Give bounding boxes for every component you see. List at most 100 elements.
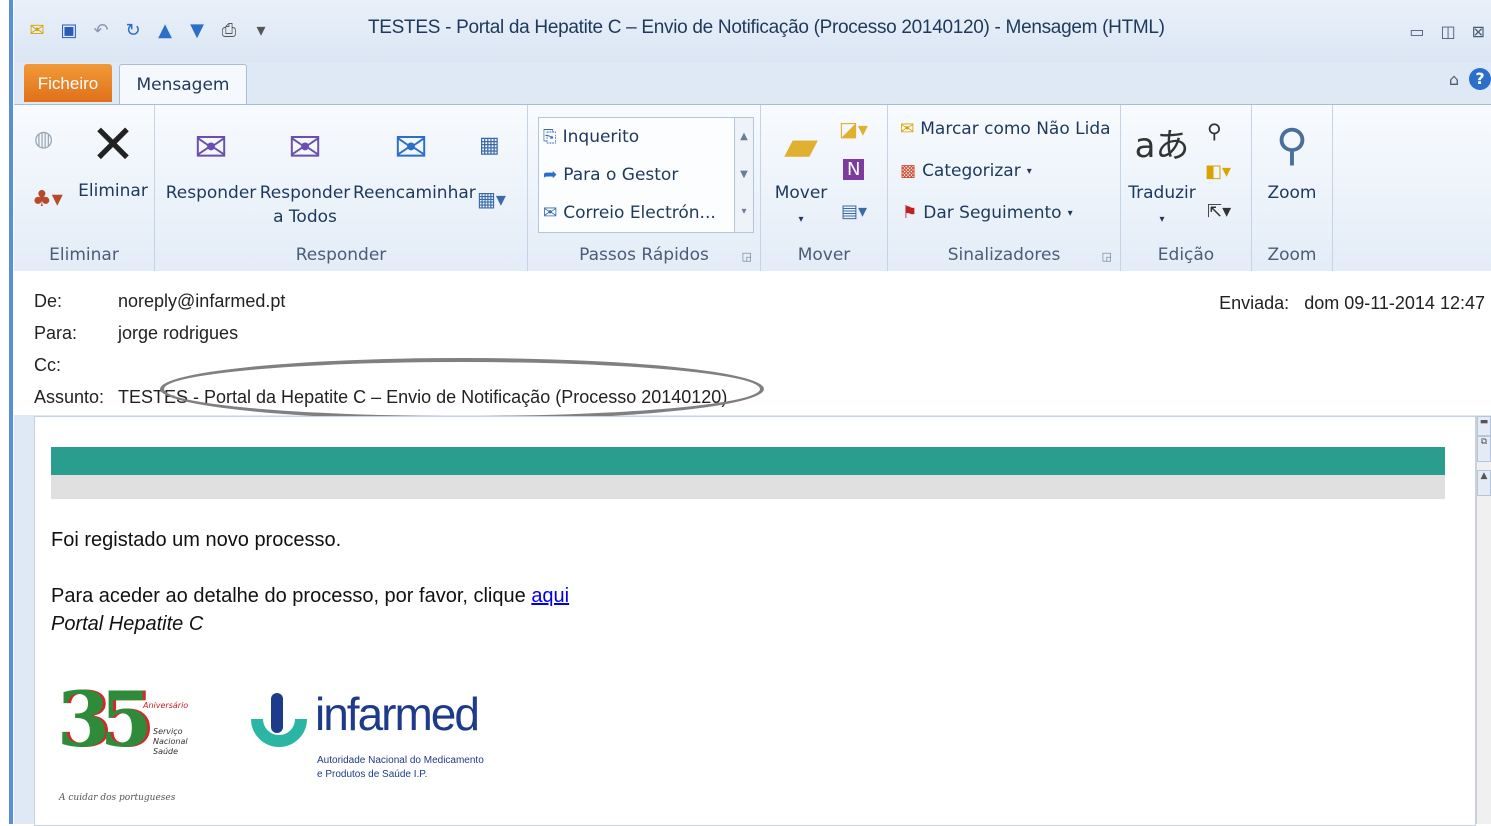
group-quicksteps-label: Passos Rápidos xyxy=(579,245,709,265)
actions-icon[interactable]: ▤▾ xyxy=(841,201,867,222)
infarmed-logo: infarmed Autoridade Nacional do Medicame… xyxy=(249,687,509,797)
signature: Portal Hepatite C xyxy=(51,613,204,635)
sent-info: Enviada: dom 09-11-2014 12:47 xyxy=(1219,293,1485,314)
group-zoom-label: Zoom xyxy=(1267,245,1317,265)
view-icon[interactable]: ⧉ xyxy=(1477,436,1491,462)
title-bar: ✉ ▣ ↶ ↻ ▲ ▼ ⎙ ▾ TESTES - Portal da Hepat… xyxy=(14,0,1491,62)
quicksteps-scroll[interactable]: ▲ ▼ ▾ xyxy=(734,117,754,233)
cc-row: Cc: xyxy=(34,355,118,376)
collapse-ribbon-icon[interactable]: ⌂ xyxy=(1449,70,1459,89)
follow-up-button[interactable]: ⚑ Dar Seguimento ▾ xyxy=(902,203,1073,223)
help-icon[interactable]: ? xyxy=(1469,68,1491,90)
to-value[interactable]: jorge rodrigues xyxy=(118,323,238,343)
highlight-ellipse xyxy=(160,358,764,420)
redo-icon[interactable]: ↻ xyxy=(122,20,144,41)
email-icon: ✉ xyxy=(543,203,558,223)
from-row: De: noreply@infarmed.pt xyxy=(34,291,285,312)
meeting-icon[interactable]: ▦ xyxy=(479,133,500,158)
group-editing-label: Edição xyxy=(1157,245,1215,265)
rules-icon[interactable]: ◪▾ xyxy=(839,117,868,141)
mail-icon: ✉ xyxy=(29,20,45,41)
junk-icon[interactable]: ♣▾ xyxy=(32,187,63,212)
logo-tagline: A cuidar dos portugueses xyxy=(59,793,176,803)
save-icon[interactable]: ▣ xyxy=(58,20,80,41)
group-move: ▰ Mover ▾ ◪▾ N ▤▾ Mover xyxy=(761,105,888,271)
sent-value: dom 09-11-2014 12:47 xyxy=(1304,293,1485,313)
tab-file[interactable]: Ficheiro xyxy=(24,64,112,102)
forward-button[interactable]: ✉ Reencaminhar xyxy=(353,119,476,205)
reply-button[interactable]: ✉ Responder xyxy=(165,119,257,205)
sent-label: Enviada: xyxy=(1219,293,1290,313)
ribbon-tabs: Ficheiro Mensagem ⌂ ? xyxy=(14,62,1491,105)
group-tags: ✉ Marcar como Não Lida ▩ Categorizar ▾ ⚑ Dar… xyxy=(888,105,1121,271)
categorize-icon: ▩ xyxy=(900,161,917,181)
quickstep-label: Inquerito xyxy=(562,127,640,147)
help-area: ⌂ ? xyxy=(1449,68,1491,90)
categorize-button[interactable]: ▩ Categorizar ▾ xyxy=(900,161,1032,181)
dialog-launcher-icon[interactable]: ◲ xyxy=(742,250,752,263)
logo-anniv-text: Aniversário xyxy=(143,701,189,710)
categorize-label: Categorizar xyxy=(922,161,1021,181)
reply-all-icon: ✉ xyxy=(288,125,322,171)
mark-unread-button[interactable]: ✉ Marcar como Não Lida xyxy=(900,119,1111,139)
onenote-icon[interactable]: N xyxy=(843,159,865,180)
quickstep-label: Correio Electrón... xyxy=(563,203,716,223)
split-icon[interactable]: ▬ xyxy=(1477,416,1491,436)
vertical-scrollbar[interactable]: ▬ ⧉ ▲ xyxy=(1476,416,1491,824)
infarmed-wordmark: infarmed xyxy=(315,688,480,740)
select-icon[interactable]: ⇱▾ xyxy=(1207,201,1231,222)
dialog-launcher-icon[interactable]: ◲ xyxy=(1102,250,1112,263)
ignore-icon[interactable]: ◍ xyxy=(34,127,53,152)
group-move-label: Mover xyxy=(797,245,851,265)
related-icon[interactable]: ◧▾ xyxy=(1205,161,1231,182)
down-arrow-icon[interactable]: ▼ xyxy=(186,20,208,41)
maximize-icon[interactable]: ◫ xyxy=(1440,22,1455,41)
body-line-1: Foi registado um novo processo. xyxy=(51,529,342,551)
close-icon[interactable]: ⊠ xyxy=(1472,22,1485,41)
forward-label: Reencaminhar xyxy=(353,183,476,203)
logo-35-number: 35 xyxy=(57,675,153,764)
move-button[interactable]: ▰ Mover ▾ xyxy=(769,115,833,232)
move-folder-icon: ▰ xyxy=(784,120,818,171)
group-tags-label: Sinalizadores xyxy=(947,245,1061,265)
translate-button[interactable]: aあ Traduzir ▾ xyxy=(1127,115,1197,232)
print-icon[interactable]: ⎙ xyxy=(218,20,240,41)
reply-all-button[interactable]: ✉ Responder a Todos xyxy=(259,119,351,229)
quickstep-inquerito[interactable]: ⎘ Inquerito xyxy=(539,118,753,156)
message-header: De: noreply@infarmed.pt Para: jorge rodrig… xyxy=(14,271,1491,420)
move-label: Mover xyxy=(774,183,828,203)
up-arrow-icon[interactable]: ▲ xyxy=(154,20,176,41)
infarmed-symbol-icon xyxy=(251,693,307,747)
group-quicksteps: ⎘ Inquerito ➦ Para o Gestor ✉ Correio Elect… xyxy=(528,105,761,271)
infarmed-sub-1: Autoridade Nacional do Medicamento xyxy=(317,755,484,766)
reply-label: Responder xyxy=(165,183,257,203)
reply-icon: ✉ xyxy=(194,125,228,171)
translate-label: Traduzir xyxy=(1128,183,1196,203)
translate-icon: aあ xyxy=(1134,126,1190,166)
zoom-label: Zoom xyxy=(1267,183,1317,203)
quickstep-email[interactable]: ✉ Correio Electrón... xyxy=(539,194,753,232)
outlook-message-window: ✉ ▣ ↶ ↻ ▲ ▼ ⎙ ▾ TESTES - Portal da Hepat… xyxy=(14,0,1491,826)
to-manager-icon: ➦ xyxy=(543,165,558,185)
more-respond-icon[interactable]: ▦▾ xyxy=(477,187,506,211)
group-delete-label: Eliminar xyxy=(49,245,119,265)
scroll-up-icon[interactable]: ▲ xyxy=(1477,470,1491,496)
header-subband xyxy=(51,475,1445,499)
delete-x-icon: ✕ xyxy=(90,113,136,176)
details-link[interactable]: aqui xyxy=(531,585,569,607)
quickstep-manager[interactable]: ➦ Para o Gestor xyxy=(539,156,753,194)
header-band xyxy=(51,447,1445,475)
left-edge xyxy=(0,0,13,824)
quickstep-icon: ⎘ xyxy=(543,127,557,147)
delete-button[interactable]: ✕ Eliminar xyxy=(76,115,150,203)
from-value[interactable]: noreply@infarmed.pt xyxy=(118,291,285,311)
minimize-icon[interactable]: ▭ xyxy=(1409,22,1424,41)
tab-message[interactable]: Mensagem xyxy=(119,64,247,105)
group-editing: aあ Traduzir ▾ ⚲ ◧▾ ⇱▾ Edição xyxy=(1121,105,1252,271)
subject-label: Assunto: xyxy=(34,387,105,407)
customize-qat-icon[interactable]: ▾ xyxy=(250,20,272,41)
zoom-button[interactable]: ⚲ Zoom xyxy=(1258,115,1326,205)
undo-icon[interactable]: ↶ xyxy=(90,20,112,41)
group-respond-label: Responder xyxy=(295,245,387,265)
find-icon[interactable]: ⚲ xyxy=(1207,119,1222,143)
